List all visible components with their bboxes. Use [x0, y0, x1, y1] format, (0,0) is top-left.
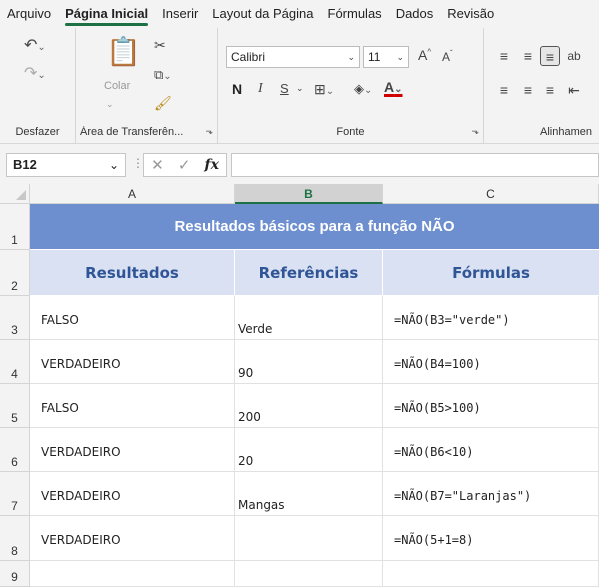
undo-group: ↶⌄ ↷⌄ Desfazer — [0, 28, 76, 144]
menu-bar: Arquivo Página Inicial Inserir Layout da… — [0, 0, 599, 28]
name-box-value: B12 — [13, 157, 37, 172]
cell-b6[interactable]: 20 — [235, 428, 383, 472]
menu-arquivo[interactable]: Arquivo — [0, 0, 58, 28]
cell-a8[interactable]: VERDADEIRO — [30, 516, 235, 561]
cell-c3[interactable]: =NÃO(B3="verde") — [383, 296, 599, 340]
chevron-down-icon: ⌄ — [108, 158, 119, 172]
align-center-icon[interactable]: ≡ — [518, 80, 538, 100]
cell-b4[interactable]: 90 — [235, 340, 383, 384]
font-color-icon[interactable]: A⌄ — [384, 80, 403, 95]
shrink-font-button[interactable]: Aˇ — [442, 50, 453, 64]
clipboard-dialog-launcher-icon[interactable]: ⬎ — [205, 126, 213, 137]
font-group: Calibri ⌄ 11 ⌄ A^ Aˇ N I S ⌄ ⊞⌄ ◈⌄ A⌄ Fo… — [218, 28, 484, 144]
font-group-label: Fonte — [336, 126, 365, 138]
borders-icon[interactable]: ⊞⌄ — [314, 82, 334, 97]
chevron-down-icon: ⌄ — [396, 52, 404, 62]
cell-a9[interactable] — [30, 561, 235, 587]
formula-bar: B12 ⌄ ⋮ ✕ ✓ fx — [0, 144, 599, 184]
insert-function-icon[interactable]: fx — [205, 157, 219, 173]
cell-c9[interactable] — [383, 561, 599, 587]
menu-inserir[interactable]: Inserir — [155, 0, 205, 28]
undo-icon[interactable]: ↶⌄ — [24, 38, 46, 54]
copy-icon[interactable]: ⧉⌄ — [154, 68, 172, 82]
cell-a4[interactable]: VERDADEIRO — [30, 340, 235, 384]
align-top-icon[interactable]: ≡ — [494, 46, 514, 66]
cut-icon[interactable]: ✂ — [154, 38, 166, 52]
cancel-icon[interactable]: ✕ — [151, 156, 164, 174]
row-header-9[interactable]: 9 — [0, 561, 30, 587]
row-header-2[interactable]: 2 — [0, 250, 30, 296]
paste-icon[interactable]: 📋 — [106, 38, 141, 66]
underline-button[interactable]: S — [280, 82, 289, 95]
align-bottom-icon[interactable]: ≡ — [540, 46, 560, 66]
menu-dados[interactable]: Dados — [389, 0, 441, 28]
font-name-value: Calibri — [231, 50, 266, 64]
cell-b9[interactable] — [235, 561, 383, 587]
underline-dropdown-icon[interactable]: ⌄ — [296, 84, 304, 93]
alignment-group-label: Alinhamen — [540, 126, 592, 138]
menu-formulas[interactable]: Fórmulas — [321, 0, 389, 28]
column-header-b[interactable]: B — [235, 184, 383, 204]
row-header-8[interactable]: 8 — [0, 516, 30, 561]
font-name-combobox[interactable]: Calibri ⌄ — [226, 46, 360, 68]
title-cell[interactable]: Resultados básicos para a função NÃO — [30, 204, 599, 250]
cell-c4[interactable]: =NÃO(B4=100) — [383, 340, 599, 384]
cell-a6[interactable]: VERDADEIRO — [30, 428, 235, 472]
fill-color-icon[interactable]: ◈⌄ — [354, 82, 372, 96]
format-painter-icon[interactable]: 🖌 — [154, 96, 172, 110]
cell-c5[interactable]: =NÃO(B5>100) — [383, 384, 599, 428]
cell-a7[interactable]: VERDADEIRO — [30, 472, 235, 516]
column-header-a[interactable]: A — [30, 184, 235, 204]
header-cell-formulas[interactable]: Fórmulas — [383, 250, 599, 296]
cell-b3[interactable]: Verde — [235, 296, 383, 340]
row-header-7[interactable]: 7 — [0, 472, 30, 516]
clipboard-group-label: Área de Transferên... — [80, 126, 184, 138]
redo-icon[interactable]: ↷⌄ — [24, 66, 46, 82]
row-header-4[interactable]: 4 — [0, 340, 30, 384]
indent-icon[interactable]: ⇤ — [564, 80, 584, 100]
header-cell-resultados[interactable]: Resultados — [30, 250, 235, 296]
clipboard-group: 📋 Colar ⌄ ✂ ⧉⌄ 🖌 Área de Transferên... ⬎ — [76, 28, 218, 144]
cell-a5[interactable]: FALSO — [30, 384, 235, 428]
align-left-icon[interactable]: ≡ — [494, 80, 514, 100]
cell-c8[interactable]: =NÃO(5+1=8) — [383, 516, 599, 561]
font-size-combobox[interactable]: 11 ⌄ — [363, 46, 409, 68]
formula-input[interactable] — [231, 153, 599, 177]
grow-font-button[interactable]: A^ — [418, 48, 431, 62]
paste-dropdown-icon[interactable]: ⌄ — [106, 100, 114, 109]
orientation-icon[interactable]: ab — [564, 46, 584, 66]
menu-layout-da-pagina[interactable]: Layout da Página — [205, 0, 320, 28]
ribbon: ↶⌄ ↷⌄ Desfazer 📋 Colar ⌄ ✂ ⧉⌄ 🖌 Área de … — [0, 28, 599, 144]
select-all-corner[interactable] — [0, 184, 30, 204]
row-header-6[interactable]: 6 — [0, 428, 30, 472]
menu-pagina-inicial[interactable]: Página Inicial — [58, 0, 155, 28]
italic-button[interactable]: I — [258, 82, 263, 96]
row-header-1[interactable]: 1 — [0, 204, 30, 250]
cell-c7[interactable]: =NÃO(B7="Laranjas") — [383, 472, 599, 516]
align-right-icon[interactable]: ≡ — [540, 80, 560, 100]
row-header-3[interactable]: 3 — [0, 296, 30, 340]
bold-button[interactable]: N — [232, 82, 242, 96]
undo-group-label: Desfazer — [15, 126, 60, 138]
row-header-5[interactable]: 5 — [0, 384, 30, 428]
column-header-c[interactable]: C — [383, 184, 599, 204]
align-middle-icon[interactable]: ≡ — [518, 46, 538, 66]
font-size-value: 11 — [368, 50, 381, 64]
cell-c6[interactable]: =NÃO(B6<10) — [383, 428, 599, 472]
chevron-down-icon: ⌄ — [347, 52, 355, 62]
formula-actions: ✕ ✓ fx — [143, 153, 227, 177]
enter-icon[interactable]: ✓ — [178, 156, 191, 174]
cell-a3[interactable]: FALSO — [30, 296, 235, 340]
font-dialog-launcher-icon[interactable]: ⬎ — [471, 126, 479, 137]
menu-revisao[interactable]: Revisão — [440, 0, 501, 28]
cell-b7[interactable]: Mangas — [235, 472, 383, 516]
cell-b5[interactable]: 200 — [235, 384, 383, 428]
alignment-group: ≡ ≡ ≡ ab ≡ ≡ ≡ ⇤ Alinhamen — [484, 28, 599, 144]
name-box[interactable]: B12 ⌄ — [6, 153, 126, 177]
header-cell-referencias[interactable]: Referências — [235, 250, 383, 296]
cell-b8[interactable] — [235, 516, 383, 561]
paste-label: Colar — [104, 80, 131, 92]
worksheet-grid: A B C 1 2 3 4 5 6 7 8 9 Resultados básic… — [0, 184, 599, 587]
